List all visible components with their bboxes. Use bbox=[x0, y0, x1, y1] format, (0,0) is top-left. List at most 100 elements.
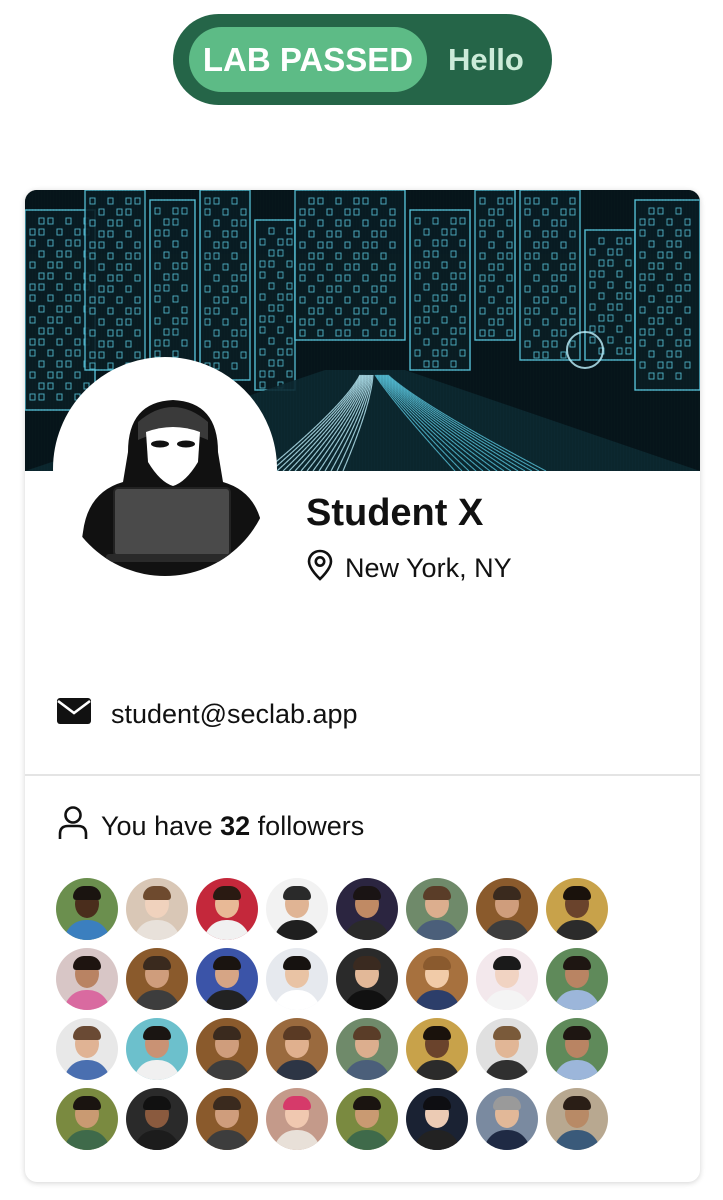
follower-avatar-hair bbox=[283, 1096, 311, 1110]
follower-avatar-body bbox=[274, 1130, 320, 1150]
profile-card: Student X New York, NY student@seclab.ap… bbox=[25, 190, 700, 1182]
follower-avatar[interactable] bbox=[546, 1088, 608, 1150]
follower-avatar-hair bbox=[73, 956, 101, 970]
follower-avatar-hair bbox=[563, 956, 591, 970]
follower-avatar[interactable] bbox=[56, 948, 118, 1010]
follower-avatar-body bbox=[274, 920, 320, 940]
follower-avatar-hair bbox=[563, 1096, 591, 1110]
follower-avatar-body bbox=[484, 1130, 530, 1150]
follower-avatar[interactable] bbox=[196, 948, 258, 1010]
follower-avatar[interactable] bbox=[546, 1018, 608, 1080]
followers-grid bbox=[56, 878, 616, 1150]
follower-avatar-body bbox=[134, 1060, 180, 1080]
follower-avatar-hair bbox=[73, 1096, 101, 1110]
follower-avatar[interactable] bbox=[56, 1018, 118, 1080]
follower-avatar[interactable] bbox=[196, 1018, 258, 1080]
follower-avatar-hair bbox=[213, 956, 241, 970]
follower-avatar-body bbox=[64, 990, 110, 1010]
follower-avatar-hair bbox=[493, 886, 521, 900]
status-pill: LAB PASSED Hello bbox=[173, 14, 552, 105]
profile-name: Student X bbox=[306, 492, 484, 534]
follower-avatar-hair bbox=[283, 956, 311, 970]
location-pin-icon bbox=[307, 549, 333, 588]
follower-avatar[interactable] bbox=[126, 1018, 188, 1080]
follower-avatar[interactable] bbox=[476, 1018, 538, 1080]
location-row: New York, NY bbox=[307, 549, 512, 588]
follower-avatar[interactable] bbox=[56, 1088, 118, 1150]
envelope-icon bbox=[57, 697, 91, 731]
hacker-avatar-icon bbox=[58, 362, 272, 576]
follower-avatar-body bbox=[414, 1130, 460, 1150]
follower-avatar-body bbox=[414, 990, 460, 1010]
follower-avatar[interactable] bbox=[266, 1018, 328, 1080]
follower-avatar-hair bbox=[353, 1026, 381, 1040]
follower-avatar-body bbox=[204, 990, 250, 1010]
follower-avatar-hair bbox=[563, 886, 591, 900]
follower-avatar[interactable] bbox=[406, 1088, 468, 1150]
follower-avatar[interactable] bbox=[476, 878, 538, 940]
follower-avatar-hair bbox=[353, 1096, 381, 1110]
follower-avatar-hair bbox=[423, 956, 451, 970]
follower-avatar-body bbox=[274, 1060, 320, 1080]
follower-avatar-hair bbox=[283, 1026, 311, 1040]
follower-avatar-hair bbox=[283, 886, 311, 900]
followers-suffix: followers bbox=[250, 810, 365, 841]
follower-avatar-body bbox=[554, 1130, 600, 1150]
follower-avatar-body bbox=[344, 1130, 390, 1150]
follower-avatar[interactable] bbox=[56, 878, 118, 940]
follower-avatar-hair bbox=[213, 886, 241, 900]
follower-avatar[interactable] bbox=[406, 878, 468, 940]
follower-avatar[interactable] bbox=[406, 948, 468, 1010]
follower-avatar-hair bbox=[353, 886, 381, 900]
lab-passed-badge: LAB PASSED bbox=[189, 27, 427, 92]
greeting-text: Hello bbox=[448, 41, 524, 77]
follower-avatar-body bbox=[484, 990, 530, 1010]
follower-avatar-body bbox=[414, 920, 460, 940]
follower-avatar[interactable] bbox=[336, 1018, 398, 1080]
follower-avatar-body bbox=[64, 1130, 110, 1150]
follower-avatar-body bbox=[134, 920, 180, 940]
follower-avatar-body bbox=[204, 1130, 250, 1150]
follower-avatar[interactable] bbox=[336, 948, 398, 1010]
location-text: New York, NY bbox=[345, 552, 512, 583]
follower-avatar-hair bbox=[143, 956, 171, 970]
follower-avatar-body bbox=[344, 920, 390, 940]
follower-avatar-hair bbox=[493, 956, 521, 970]
follower-avatar[interactable] bbox=[406, 1018, 468, 1080]
followers-count: 32 bbox=[220, 810, 251, 841]
follower-avatar-body bbox=[134, 1130, 180, 1150]
follower-avatar[interactable] bbox=[196, 878, 258, 940]
profile-avatar[interactable] bbox=[53, 357, 277, 581]
follower-avatar[interactable] bbox=[266, 948, 328, 1010]
follower-avatar[interactable] bbox=[336, 878, 398, 940]
section-divider bbox=[25, 774, 700, 776]
followers-text: You have 32 followers bbox=[101, 811, 364, 842]
follower-avatar-body bbox=[204, 1060, 250, 1080]
follower-avatar[interactable] bbox=[266, 1088, 328, 1150]
follower-avatar-body bbox=[484, 1060, 530, 1080]
follower-avatar[interactable] bbox=[546, 878, 608, 940]
follower-avatar[interactable] bbox=[126, 948, 188, 1010]
follower-avatar[interactable] bbox=[476, 948, 538, 1010]
follower-avatar[interactable] bbox=[476, 1088, 538, 1150]
follower-avatar-body bbox=[554, 990, 600, 1010]
follower-avatar[interactable] bbox=[126, 878, 188, 940]
follower-avatar-body bbox=[344, 1060, 390, 1080]
follower-avatar-body bbox=[274, 990, 320, 1010]
follower-avatar-hair bbox=[143, 1026, 171, 1040]
follower-avatar-hair bbox=[423, 1026, 451, 1040]
follower-avatar-body bbox=[554, 1060, 600, 1080]
follower-avatar-hair bbox=[213, 1026, 241, 1040]
follower-avatar-hair bbox=[143, 1096, 171, 1110]
email-link[interactable]: student@seclab.app bbox=[111, 699, 358, 730]
follower-avatar[interactable] bbox=[266, 878, 328, 940]
email-row: student@seclab.app bbox=[57, 695, 358, 733]
follower-avatar[interactable] bbox=[126, 1088, 188, 1150]
follower-avatar-body bbox=[554, 920, 600, 940]
follower-avatar-hair bbox=[423, 886, 451, 900]
follower-avatar[interactable] bbox=[336, 1088, 398, 1150]
follower-avatar[interactable] bbox=[546, 948, 608, 1010]
follower-avatar-body bbox=[64, 920, 110, 940]
follower-avatar-body bbox=[134, 990, 180, 1010]
follower-avatar[interactable] bbox=[196, 1088, 258, 1150]
